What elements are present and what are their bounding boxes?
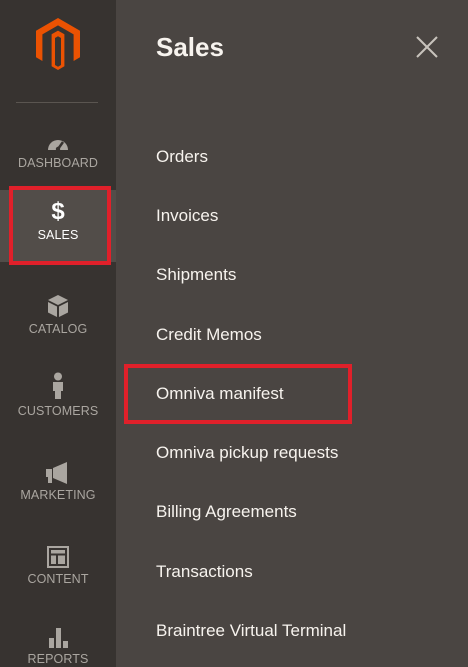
nav-label-dashboard: DASHBOARD — [17, 156, 99, 170]
panel-title: Sales — [156, 32, 224, 62]
megaphone-icon — [45, 450, 71, 484]
nav-label-reports: REPORTS — [27, 652, 89, 666]
menu-item-orders[interactable]: Orders — [156, 147, 208, 167]
close-icon — [416, 36, 438, 58]
sales-submenu-panel: Sales Orders Invoices Shipments Credit M… — [116, 0, 468, 667]
bar-chart-icon — [47, 614, 69, 648]
nav-label-customers: CUSTOMERS — [17, 404, 99, 418]
nav-item-dashboard[interactable]: DASHBOARD — [0, 118, 116, 190]
person-icon — [50, 366, 66, 400]
dollar-icon: $ — [51, 198, 65, 225]
menu-item-credit-memos[interactable]: Credit Memos — [156, 325, 262, 345]
nav-item-marketing[interactable]: MARKETING — [0, 450, 116, 522]
nav-label-catalog: CATALOG — [28, 322, 88, 336]
menu-item-braintree-virtual-terminal[interactable]: Braintree Virtual Terminal — [156, 621, 346, 641]
nav-label-content: CONTENT — [27, 572, 89, 586]
menu-item-omniva-manifest[interactable]: Omniva manifest — [156, 384, 284, 404]
logo-divider — [16, 102, 98, 103]
menu-item-billing-agreements[interactable]: Billing Agreements — [156, 502, 297, 522]
box-icon — [47, 284, 69, 318]
nav-item-sales[interactable]: $ SALES — [0, 190, 116, 262]
nav-item-catalog[interactable]: CATALOG — [0, 284, 116, 356]
menu-item-invoices[interactable]: Invoices — [156, 206, 218, 226]
close-button[interactable] — [414, 34, 440, 60]
nav-item-customers[interactable]: CUSTOMERS — [0, 366, 116, 438]
menu-item-transactions[interactable]: Transactions — [156, 562, 253, 582]
nav-item-content[interactable]: CONTENT — [0, 534, 116, 606]
nav-label-marketing: MARKETING — [20, 488, 96, 502]
admin-sidebar: DASHBOARD $ SALES CATALOG CUSTOMERS MARK… — [0, 0, 116, 667]
magento-logo-icon — [36, 18, 80, 70]
menu-item-omniva-pickup-requests[interactable]: Omniva pickup requests — [156, 443, 338, 463]
nav-item-reports[interactable]: REPORTS — [0, 614, 116, 667]
nav-label-sales: SALES — [37, 228, 79, 242]
magento-logo[interactable] — [0, 18, 116, 88]
layout-icon — [47, 534, 69, 568]
dashboard-gauge-icon — [46, 118, 70, 152]
menu-item-shipments[interactable]: Shipments — [156, 265, 236, 285]
